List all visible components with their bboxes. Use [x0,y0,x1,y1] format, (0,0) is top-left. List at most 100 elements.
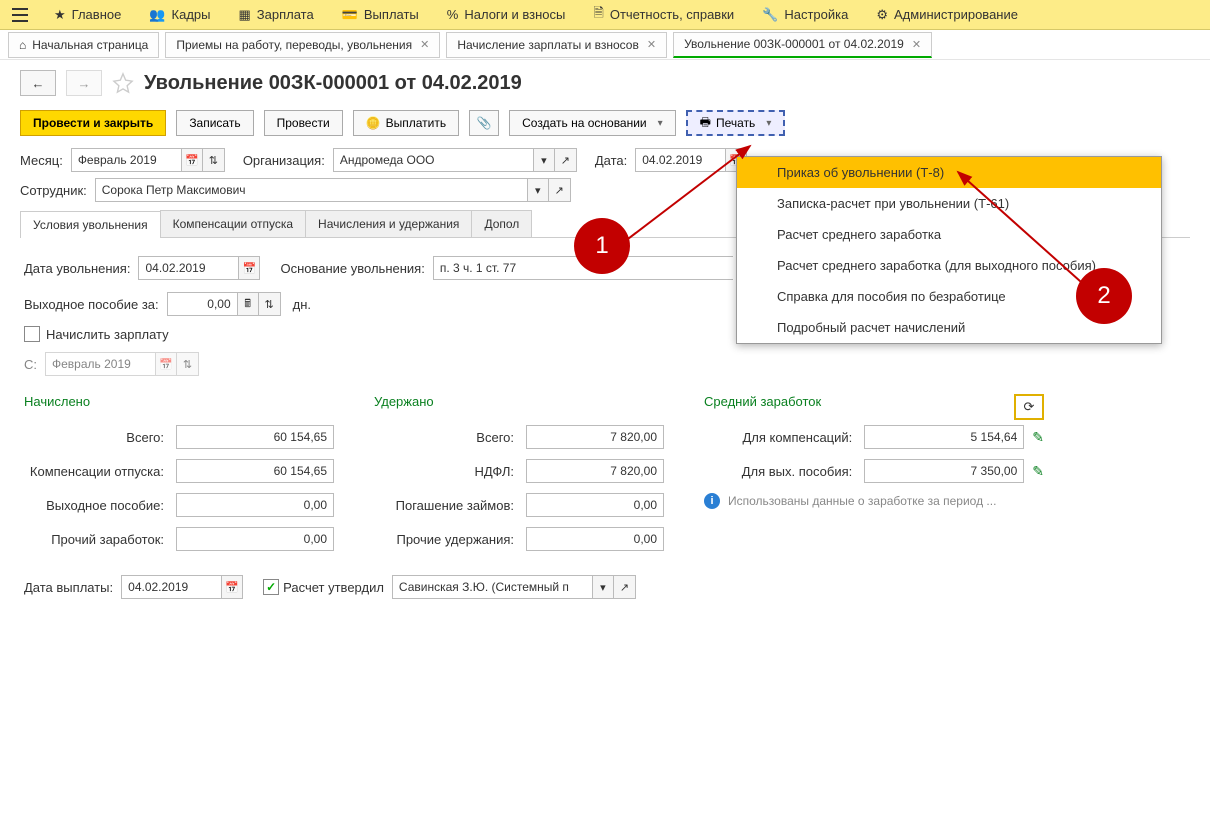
dropdown-icon[interactable]: ▾ [527,178,549,202]
spinner-icon[interactable]: ⇅ [259,292,281,316]
annotation-badge-2: 2 [1076,268,1132,324]
menu-taxes[interactable]: %Налоги и взносы [433,0,580,30]
post-button[interactable]: Провести [264,110,343,136]
print-item-t8[interactable]: Приказ об увольнении (Т-8) [737,157,1161,188]
tab-conditions[interactable]: Условия увольнения [20,211,161,238]
other-income-value[interactable]: 0,00 [176,527,334,551]
print-button[interactable]: 🖶Печать [686,110,786,136]
for-comp-value[interactable]: 5 154,64 [864,425,1024,449]
back-button[interactable]: ← [20,70,56,96]
close-icon[interactable]: ✕ [647,38,656,51]
loan-label: Погашение займов: [374,498,514,513]
menu-admin[interactable]: ⚙Администрирование [862,0,1032,30]
tab-priemy[interactable]: Приемы на работу, переводы, увольнения✕ [165,32,440,58]
withheld-total[interactable]: 7 820,00 [526,425,664,449]
spinner-icon[interactable]: ⇅ [177,352,199,376]
dismissal-date-field[interactable]: 04.02.2019 📅 [138,256,260,280]
accrued-total[interactable]: 60 154,65 [176,425,334,449]
menu-settings[interactable]: 🔧Настройка [748,0,862,30]
calendar-icon[interactable]: 📅 [155,352,177,376]
dropdown-icon[interactable]: ▾ [592,575,614,599]
tab-accruals[interactable]: Начисления и удержания [305,210,472,237]
open-icon[interactable]: ↗ [614,575,636,599]
accrued-header: Начислено [24,394,334,409]
tab-uvolnenie[interactable]: Увольнение 00ЗК-000001 от 04.02.2019✕ [673,32,932,58]
print-item-avg[interactable]: Расчет среднего заработка [737,219,1161,250]
gear-icon: ⚙ [876,7,888,23]
close-icon[interactable]: ✕ [420,38,429,51]
open-icon[interactable]: ↗ [555,148,577,172]
tab-nachislenie[interactable]: Начисление зарплаты и взносов✕ [446,32,667,58]
vac-comp-value[interactable]: 60 154,65 [176,459,334,483]
forward-button[interactable]: → [66,70,102,96]
menu-main[interactable]: ★Главное [40,0,135,30]
approver-field[interactable]: Савинская З.Ю. (Системный п ▾ ↗ [392,575,636,599]
calendar-icon[interactable]: 📅 [238,256,260,280]
tab-compensations[interactable]: Компенсации отпуска [160,210,306,237]
employee-field[interactable]: Сорока Петр Максимович ▾ ↗ [95,178,571,202]
info-text[interactable]: Использованы данные о заработке за перио… [728,494,996,508]
withheld-total-label: Всего: [374,430,514,445]
date-field[interactable]: 04.02.2019 📅 [635,148,747,172]
from-field[interactable]: Февраль 2019 📅 ⇅ [45,352,199,376]
other-income-label: Прочий заработок: [24,532,164,547]
loan-value[interactable]: 0,00 [526,493,664,517]
pay-date-label: Дата выплаты: [24,580,113,595]
days-unit: дн. [293,297,311,312]
withheld-header: Удержано [374,394,664,409]
print-item-t61[interactable]: Записка-расчет при увольнении (Т-61) [737,188,1161,219]
month-label: Месяц: [20,153,63,168]
other-withheld-label: Прочие удержания: [374,532,514,547]
open-icon[interactable]: ↗ [549,178,571,202]
pay-button[interactable]: 🪙Выплатить [353,110,459,136]
for-comp-label: Для компенсаций: [732,430,852,445]
wallet-icon: 💳 [342,7,358,23]
vac-comp-label: Компенсации отпуска: [24,464,164,479]
tab-home[interactable]: ⌂ Начальная страница [8,32,159,58]
menu-kadry[interactable]: 👥Кадры [135,0,224,30]
org-label: Организация: [243,153,325,168]
refresh-icon: ⟳ [1024,399,1035,415]
other-withheld-value[interactable]: 0,00 [526,527,664,551]
close-icon[interactable]: ✕ [912,38,921,51]
title-row: ← → Увольнение 00ЗК-000001 от 04.02.2019 [0,60,1210,102]
create-based-button[interactable]: Создать на основании [509,110,676,136]
dismissal-date-label: Дата увольнения: [24,261,130,276]
save-button[interactable]: Записать [176,110,253,136]
menu-payouts[interactable]: 💳Выплаты [328,0,433,30]
calendar-icon[interactable]: 📅 [221,575,243,599]
approved-label: Расчет утвердил [283,580,384,595]
ndfl-value[interactable]: 7 820,00 [526,459,664,483]
calc-salary-checkbox[interactable] [24,326,40,342]
hamburger-icon[interactable] [8,3,32,27]
calendar-icon[interactable]: 📅 [181,148,203,172]
pencil-icon[interactable]: ✎ [1032,463,1044,480]
totals-area: Начислено Всего: 60 154,65 Компенсации от… [24,394,1186,561]
tab-additional[interactable]: Допол [471,210,532,237]
calculator-icon[interactable]: 🖩 [237,292,259,316]
accrued-total-label: Всего: [24,430,164,445]
severance-field[interactable]: 0,00 🖩 ⇅ [167,292,281,316]
org-field[interactable]: Андромеда ООО ▾ ↗ [333,148,577,172]
severance-row-value[interactable]: 0,00 [176,493,334,517]
post-and-close-button[interactable]: Провести и закрыть [20,110,166,136]
calc-salary-label: Начислить зарплату [46,327,169,342]
favorite-star-icon[interactable] [112,72,134,94]
doc-icon: 🗎 [593,4,603,26]
menu-salary[interactable]: ▦Зарплата [224,0,327,30]
spinner-icon[interactable]: ⇅ [203,148,225,172]
from-label: С: [24,357,37,372]
dropdown-icon[interactable]: ▾ [533,148,555,172]
pencil-icon[interactable]: ✎ [1032,429,1044,446]
refresh-button[interactable]: ⟳ [1014,394,1044,420]
date-label: Дата: [595,153,627,168]
severance-label: Выходное пособие за: [24,297,159,312]
attach-button[interactable]: 📎 [469,110,499,136]
pay-date-field[interactable]: 04.02.2019 📅 [121,575,243,599]
avg-header: Средний заработок [704,394,1014,409]
approved-checkbox[interactable] [263,579,279,595]
menu-reports[interactable]: 🗎Отчетность, справки [579,0,748,30]
info-icon: i [704,493,720,509]
for-severance-value[interactable]: 7 350,00 [864,459,1024,483]
month-field[interactable]: Февраль 2019 📅 ⇅ [71,148,225,172]
